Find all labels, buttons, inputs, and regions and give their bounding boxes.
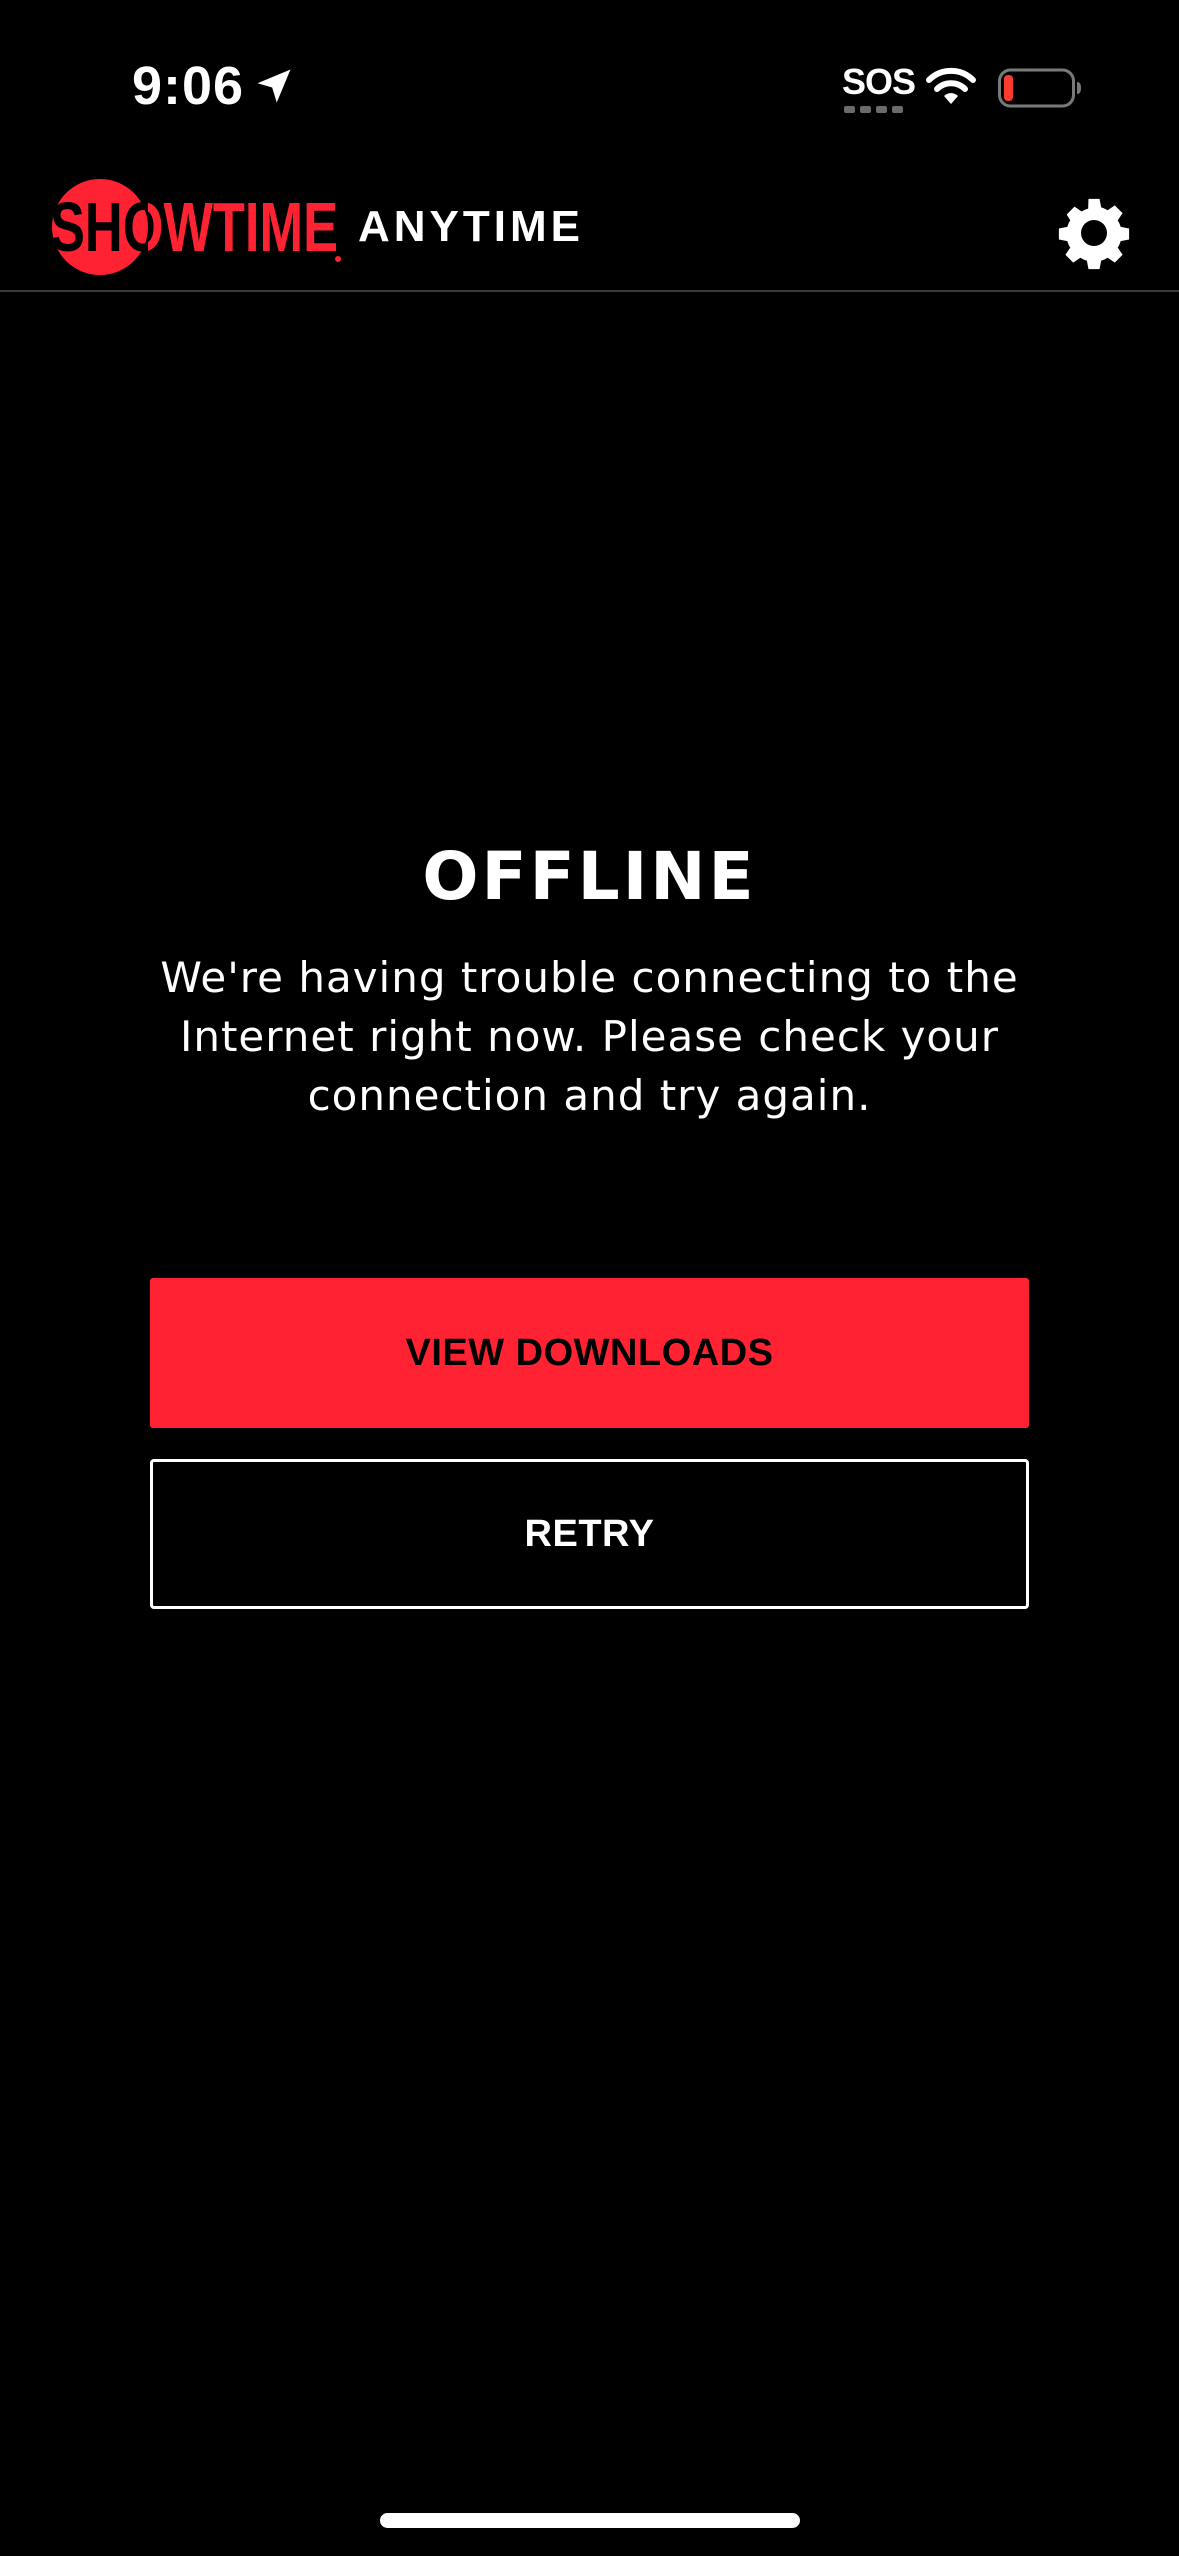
sos-indicator: SOS: [842, 61, 916, 116]
status-time: 9:06: [132, 56, 245, 116]
offline-message: We're having trouble connecting to the I…: [160, 953, 1019, 1120]
app-header: SHOWTIME SHOWTIME ANYTIME: [0, 165, 1179, 292]
product-name: ANYTIME: [358, 202, 584, 251]
settings-button[interactable]: [1048, 187, 1140, 279]
location-arrow-icon: [257, 69, 291, 103]
retry-label: RETRY: [524, 1512, 655, 1555]
showtime-logo: SHOWTIME SHOWTIME: [50, 179, 341, 275]
home-indicator[interactable]: [380, 2513, 800, 2528]
offline-screen: 9:06 SOS SHOWTIME SHOWTIME ANYTIME OFFLI…: [0, 0, 1179, 2556]
battery-low-icon: [998, 68, 1081, 108]
gear-icon: [1058, 198, 1130, 270]
view-downloads-button[interactable]: VIEW DOWNLOADS: [150, 1278, 1029, 1428]
offline-title: OFFLINE: [422, 838, 757, 915]
status-bar: 9:06 SOS: [0, 0, 1179, 165]
signal-dots-icon: [844, 106, 906, 113]
sos-label: SOS: [842, 61, 916, 102]
view-downloads-label: VIEW DOWNLOADS: [405, 1331, 774, 1374]
retry-button[interactable]: RETRY: [150, 1459, 1029, 1609]
wifi-icon: [926, 67, 976, 104]
